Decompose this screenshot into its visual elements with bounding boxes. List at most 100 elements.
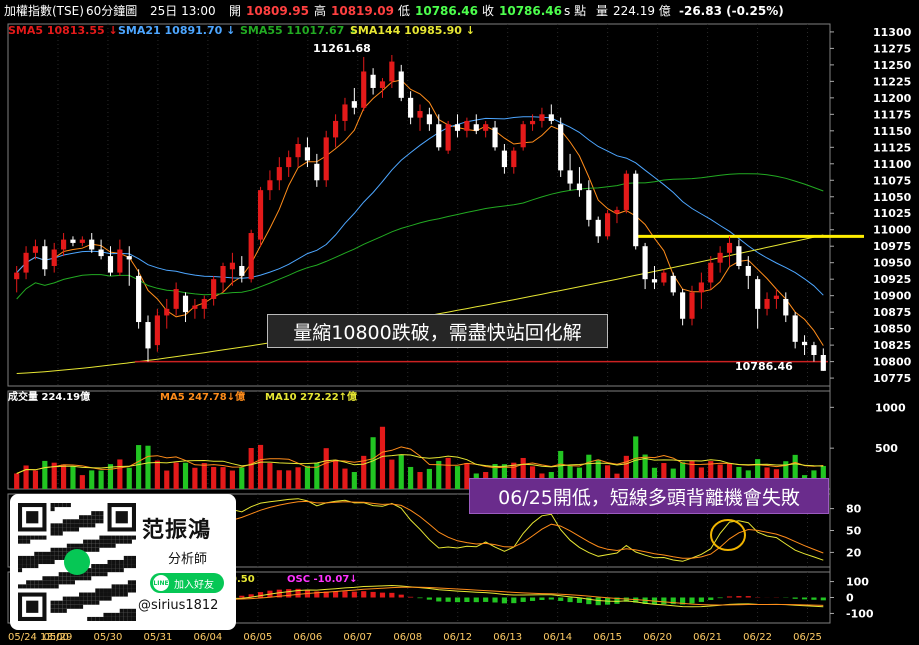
candle-body: [164, 308, 170, 316]
x-axis-labels: 05/24 13:0005/29 05/30 05/31 06/04 06/05 06/0…: [8, 632, 822, 643]
candle-body: [192, 305, 198, 309]
qr-module: [79, 604, 84, 609]
qr-module: [127, 559, 132, 565]
qr-module: [22, 584, 27, 589]
close-unit: s 點: [564, 4, 586, 18]
qr-module: [26, 580, 31, 585]
qr-module: [91, 616, 96, 621]
qr-module: [66, 604, 71, 609]
qr-module: [79, 576, 84, 581]
volume-legend: 成交量 224.19億 MA5 247.78↓億 MA10 272.22↑億: [8, 390, 357, 403]
qr-module: [83, 596, 88, 601]
macd-osc-bar: [811, 597, 817, 600]
qr-module: [127, 584, 132, 589]
qr-module: [119, 584, 124, 589]
x-tick-label: 06/07: [343, 632, 372, 643]
qr-module: [46, 551, 51, 556]
kd-tick-label: 80: [846, 503, 862, 516]
y-tick-label: 11175: [873, 108, 911, 121]
qr-module: [66, 600, 71, 605]
volume-bar: [117, 459, 123, 489]
qr-module: [22, 535, 27, 540]
qr-module: [123, 584, 128, 589]
volume-bar: [42, 460, 48, 489]
qr-module: [54, 503, 59, 508]
qr-module: [34, 580, 39, 585]
qr-module: [127, 612, 132, 617]
qr-module: [99, 515, 104, 520]
qr-module: [107, 596, 112, 601]
volume-bar: [229, 470, 235, 489]
x-tick-label: 06/12: [443, 632, 472, 643]
candle-body: [586, 190, 592, 220]
candle-body: [708, 262, 714, 283]
qr-module: [42, 535, 47, 540]
qr-module: [46, 559, 51, 565]
candle-body: [89, 239, 95, 250]
qr-module: [115, 616, 120, 621]
qr-module: [99, 535, 104, 540]
volume-bar: [136, 445, 142, 489]
qr-module: [119, 616, 124, 621]
candle-body: [483, 124, 489, 131]
macd-osc-bar: [708, 597, 714, 600]
qr-module: [115, 564, 120, 569]
qr-module: [30, 535, 35, 540]
qr-module: [26, 535, 31, 540]
candle-body: [32, 246, 39, 253]
qr-module: [50, 531, 55, 536]
qr-module: [119, 535, 124, 540]
open-value: 10809.95: [246, 4, 309, 18]
y-tick-label: 11025: [873, 207, 911, 220]
open-label: 開: [229, 4, 241, 18]
qr-module: [30, 584, 35, 589]
qr-module: [38, 555, 43, 560]
qr-module: [18, 539, 23, 544]
y-tick-label: 11125: [873, 141, 911, 154]
legend-sma144: SMA144 10985.90 ↓: [350, 24, 475, 37]
x-tick-label: 06/05: [243, 632, 272, 643]
qr-module: [107, 535, 112, 540]
volume-bar: [417, 472, 423, 489]
x-tick-label: 05/30: [94, 632, 123, 643]
y-tick-label: 11250: [873, 59, 912, 72]
y-tick-label: 11150: [873, 125, 912, 138]
candle-body: [726, 242, 733, 253]
qr-module: [58, 551, 63, 556]
qr-module: [87, 543, 92, 548]
line-add-friend-button[interactable]: LINE 加入好友: [150, 573, 224, 593]
candle-body: [511, 150, 517, 168]
volume-bar: [342, 468, 348, 489]
macd-osc-bar: [398, 594, 404, 598]
candle-body: [558, 124, 564, 171]
qr-module: [91, 596, 96, 601]
qr-module: [131, 559, 136, 565]
candle-body: [539, 114, 545, 121]
y-tick-label: 11000: [873, 224, 912, 237]
qr-module: [87, 515, 92, 520]
qr-module: [74, 576, 80, 581]
analyst-name: 范振鴻: [142, 517, 212, 543]
qr-module: [111, 568, 116, 573]
qr-module: [83, 576, 88, 581]
qr-module: [87, 616, 92, 621]
candle-body: [229, 262, 235, 270]
candle-body: [417, 111, 423, 118]
qr-module: [91, 523, 96, 528]
qr-module: [66, 576, 71, 581]
candle-body: [773, 295, 779, 299]
qr-module: [54, 527, 59, 532]
low-value: 10786.46: [415, 4, 478, 18]
macd-osc-bar: [820, 597, 826, 601]
macd-osc-bar: [717, 597, 723, 599]
qr-module: [115, 584, 120, 589]
analyst-card: 范振鴻 分析師 LINE 加入好友 @sirius1812: [10, 494, 236, 630]
qr-module: [54, 576, 59, 581]
macd-osc-bar: [801, 597, 808, 600]
volume-bar: [248, 448, 254, 489]
qr-module: [115, 539, 120, 544]
volume-legend-item: MA10 272.22↑億: [265, 390, 357, 403]
sma21-line: [16, 116, 824, 296]
qr-module: [99, 543, 104, 548]
macd-tick-label: 100: [846, 576, 869, 589]
